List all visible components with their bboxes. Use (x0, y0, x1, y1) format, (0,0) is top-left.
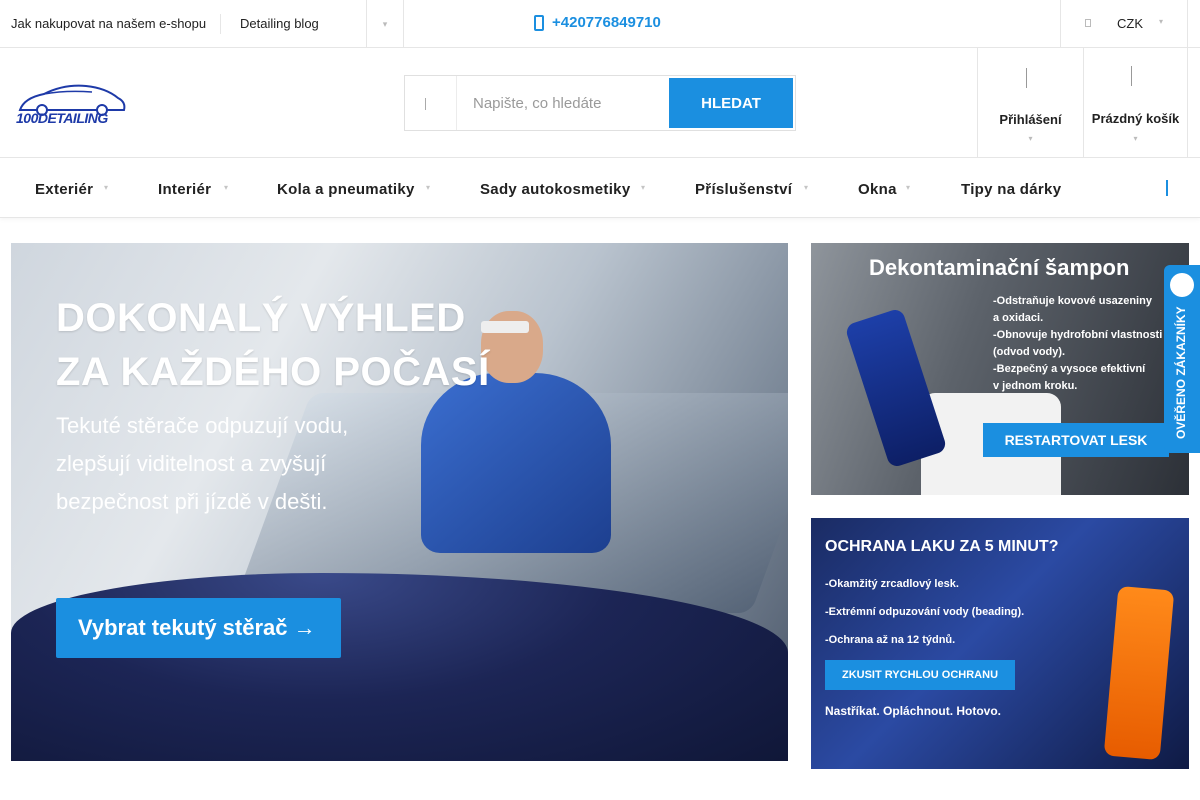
search-icon-box (405, 76, 457, 130)
list-item: -Okamžitý zrcadlový lesk. (825, 578, 959, 590)
cart-button[interactable]: Prázdný košík ▾ (1083, 48, 1188, 158)
list-item: -Obnovuje hydrofobní vlastnosti (993, 329, 1163, 341)
divider (220, 14, 221, 34)
chevron-down-icon: ▾ (1133, 134, 1138, 143)
logo-text: 100DETAILING (16, 110, 108, 126)
blog-link[interactable]: Detailing blog (240, 16, 319, 31)
phone-icon (534, 14, 544, 31)
chevron-down-icon: ▾ (104, 183, 109, 192)
currency-icon (1085, 19, 1091, 27)
login-button[interactable]: Přihlášení ▾ (977, 48, 1083, 158)
nav-item-sady[interactable]: Sady autokosmetiky (480, 181, 630, 198)
list-item: -Extrémní odpuzování vody (beading). (825, 606, 1025, 618)
hero-title: DOKONALÝ VÝHLED ZA KAŽDÉHO POČASÍ (56, 291, 490, 399)
nav-item-tipy[interactable]: Tipy na dárky (961, 181, 1061, 198)
currency-label: CZK (1117, 16, 1143, 31)
nav-item-prislusenstvi[interactable]: Příslušenství (695, 181, 792, 198)
login-label: Přihlášení (999, 112, 1062, 127)
nav-item-exterier[interactable]: Exteriér (35, 181, 93, 198)
shampoo-banner[interactable]: Dekontaminační šampon -Odstraňuje kovové… (811, 243, 1189, 495)
search-button[interactable]: HLEDAT (669, 78, 793, 128)
banner1-button[interactable]: RESTARTOVAT LESK (983, 423, 1169, 457)
list-item: -Odstraňuje kovové usazeniny (993, 295, 1152, 307)
list-item: (odvod vody). (993, 346, 1066, 358)
nav-item-okna[interactable]: Okna (858, 181, 897, 198)
chevron-down-icon: ▾ (906, 183, 911, 192)
search-bar: HLEDAT (404, 75, 796, 131)
hero-title-line1: DOKONALÝ VÝHLED (56, 296, 466, 340)
chevron-down-icon: ▾ (804, 183, 809, 192)
header: 100DETAILING HLEDAT Přihlášení ▾ Prázdný… (0, 48, 1200, 158)
nav-item-interier[interactable]: Interiér (158, 181, 211, 198)
main-nav: Exteriér ▾ Interiér ▾ Kola a pneumatiky … (0, 158, 1200, 218)
chevron-down-icon: ▾ (641, 183, 646, 192)
cart-label: Prázdný košík (1091, 111, 1180, 126)
list-item: -Ochrana až na 12 týdnů. (825, 634, 956, 646)
cart-icon (1130, 66, 1141, 86)
verified-label: OVĚŘENO ZÁKAZNÍKY (1174, 306, 1188, 439)
hero-banner[interactable]: DOKONALÝ VÝHLED ZA KAŽDÉHO POČASÍ Tekuté… (11, 243, 788, 761)
bottle-image (844, 307, 948, 469)
phone-link[interactable]: +420776849710 (534, 14, 661, 31)
currency-selector[interactable]: CZK ▾ (1060, 0, 1188, 48)
how-to-shop-link[interactable]: Jak nakupovat na našem e-shopu (11, 16, 206, 31)
banner2-tagline: Nastříkat. Opláchnout. Hotovo. (825, 704, 1002, 718)
verified-seal-icon (1170, 273, 1194, 297)
banner2-button[interactable]: ZKUSIT RYCHLOU OCHRANU (825, 660, 1015, 690)
banner2-list: -Okamžitý zrcadlový lesk. -Extrémní odpu… (825, 570, 1024, 654)
list-item: v jednom kroku. (993, 380, 1078, 392)
top-bar: Jak nakupovat na našem e-shopu Detailing… (0, 0, 1200, 48)
phone-number: +420776849710 (552, 14, 661, 31)
search-icon[interactable] (1166, 180, 1178, 196)
chevron-down-icon: ▾ (224, 183, 229, 192)
hero-subtitle: Tekuté stěrače odpuzují vodu, zlepšují v… (56, 413, 349, 514)
list-item: -Bezpečný a vysoce efektivní (993, 363, 1146, 375)
spray-bottle-image (1103, 585, 1175, 761)
nav-item-kola[interactable]: Kola a pneumatiky (277, 181, 415, 198)
hero-cta-button[interactable]: Vybrat tekutý stěrač → (56, 598, 341, 658)
banner2-title: OCHRANA LAKU ZA 5 MINUT? (825, 538, 1059, 555)
verified-badge[interactable]: OVĚŘENO ZÁKAZNÍKY (1164, 265, 1200, 453)
chevron-down-icon: ▾ (1028, 134, 1033, 143)
list-item: a oxidaci. (993, 312, 1044, 324)
chevron-down-icon: ▾ (1159, 17, 1164, 26)
hero-title-line2: ZA KAŽDÉHO POČASÍ (56, 350, 490, 394)
banner1-list: -Odstraňuje kovové usazeniny a oxidaci. … (993, 293, 1162, 395)
chevron-down-icon: ▾ (426, 183, 431, 192)
search-input[interactable] (473, 92, 663, 114)
user-icon (1025, 68, 1036, 88)
search-icon (425, 98, 435, 110)
more-links-chevron-icon[interactable]: ▾ (366, 0, 404, 48)
banner1-title: Dekontaminační šampon (869, 255, 1130, 280)
paint-protection-banner[interactable]: OCHRANA LAKU ZA 5 MINUT? -Okamžitý zrcad… (811, 518, 1189, 769)
